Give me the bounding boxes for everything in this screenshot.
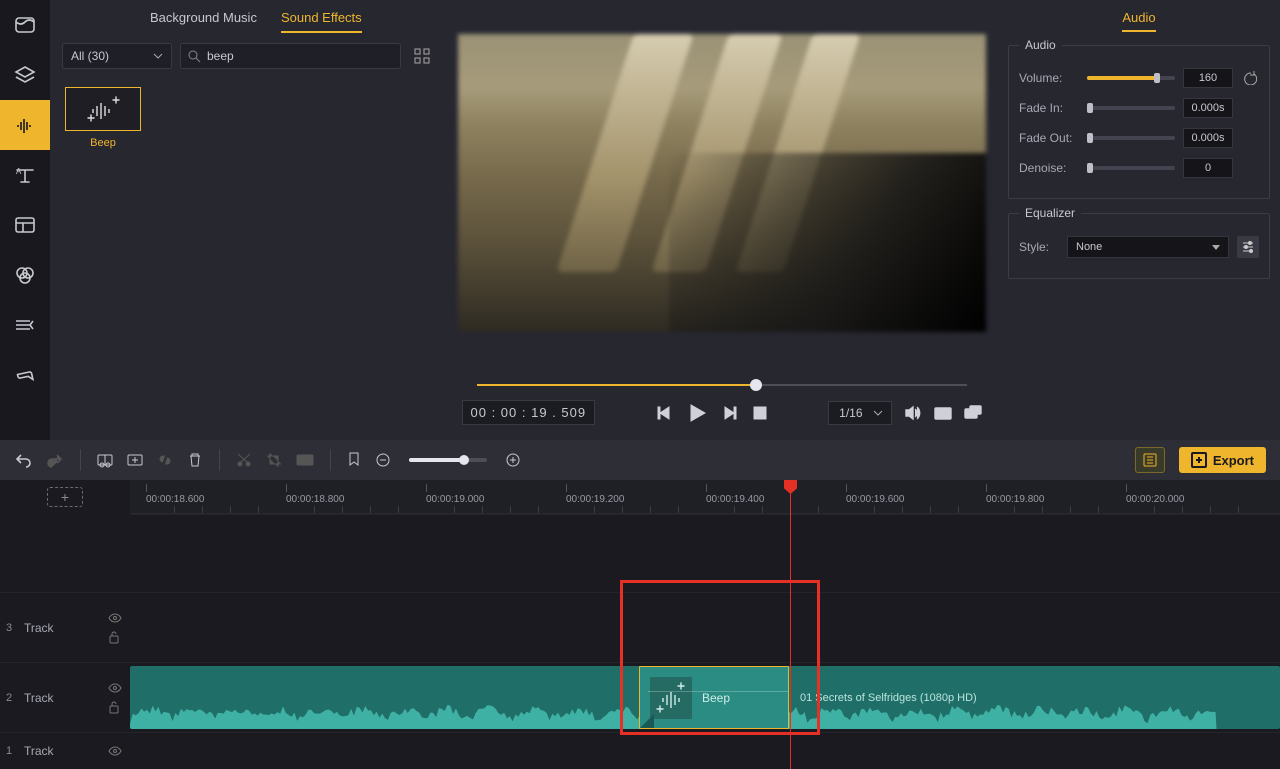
fade-out-slider[interactable]	[1087, 136, 1175, 140]
render-settings-button[interactable]	[1135, 447, 1165, 473]
preview-panel: 00 : 00 : 19 . 509 1/16	[445, 0, 998, 440]
library-filter-value: All (30)	[71, 49, 109, 63]
library-audio-tab[interactable]	[0, 100, 50, 150]
marker-tool-button[interactable]	[347, 452, 361, 468]
eq-style-dropdown[interactable]: None	[1067, 236, 1229, 258]
search-icon	[187, 49, 201, 63]
tab-background-music[interactable]: Background Music	[150, 10, 257, 33]
video-preview[interactable]	[458, 34, 986, 332]
library-item-beep[interactable]: Beep	[60, 87, 146, 149]
tab-sound-effects[interactable]: Sound Effects	[281, 10, 362, 33]
eq-settings-button[interactable]	[1237, 236, 1259, 258]
library-media-tab[interactable]	[0, 0, 50, 50]
timeline-ruler[interactable]: 00:00:18.60000:00:18.80000:00:19.00000:0…	[130, 480, 1280, 514]
library-view-toggle[interactable]	[409, 43, 435, 69]
track-header-3[interactable]: 3 Track	[0, 592, 130, 662]
track-header-2[interactable]: 2 Track	[0, 662, 130, 732]
crop-button[interactable]	[266, 452, 282, 468]
volume-slider[interactable]	[1087, 76, 1175, 80]
chevron-down-icon	[153, 51, 163, 61]
timeline: + 3 Track 2 Track 1 Track 00:00	[0, 480, 1280, 769]
snapshot-button[interactable]	[934, 405, 952, 421]
fade-in-value[interactable]: 0.000s	[1183, 98, 1233, 118]
library-item-label: Beep	[60, 137, 146, 149]
clip-thumb	[650, 677, 692, 719]
properties-tab-audio[interactable]: Audio	[1008, 0, 1270, 31]
library-transitions-tab[interactable]	[0, 300, 50, 350]
preview-zoom-dropdown[interactable]: 1/16	[828, 401, 891, 425]
stop-button[interactable]	[752, 405, 768, 421]
library-effects-tab[interactable]	[0, 250, 50, 300]
play-button[interactable]	[686, 402, 708, 424]
playhead[interactable]	[790, 480, 791, 769]
fade-in-label: Fade In:	[1019, 101, 1079, 115]
fade-out-value[interactable]: 0.000s	[1183, 128, 1233, 148]
visibility-icon[interactable]	[108, 612, 122, 624]
playback-progress[interactable]	[477, 382, 967, 388]
track-lane-3[interactable]	[130, 592, 1280, 662]
zoom-out-button[interactable]	[375, 452, 391, 468]
audio-group: Audio Volume: 160 Fade In: 0.000s Fade O…	[1008, 45, 1270, 199]
volume-value[interactable]: 160	[1183, 68, 1233, 88]
denoise-label: Denoise:	[1019, 161, 1079, 175]
track-lane-2[interactable]: 01 Secrets of Selfridges (1080p HD) Beep	[130, 662, 1280, 732]
track-gutter: + 3 Track 2 Track 1 Track	[0, 480, 130, 769]
library-text-tab[interactable]: A	[0, 150, 50, 200]
link-button[interactable]	[157, 452, 173, 468]
audio-clip-label: 01 Secrets of Selfridges (1080p HD)	[800, 692, 1280, 704]
waveform-plus-icon	[83, 94, 123, 124]
add-marker-button[interactable]	[127, 452, 143, 468]
audio-clip-beep[interactable]: Beep	[639, 666, 789, 729]
library-layers-tab[interactable]	[0, 50, 50, 100]
preview-zoom-value: 1/16	[839, 406, 862, 420]
library-filter-dropdown[interactable]: All (30)	[62, 43, 172, 69]
mute-button[interactable]	[904, 405, 922, 421]
eq-style-label: Style:	[1019, 240, 1059, 254]
split-button[interactable]	[97, 452, 113, 468]
lock-icon[interactable]	[108, 630, 120, 644]
timeline-canvas[interactable]: 00:00:18.60000:00:18.80000:00:19.00000:0…	[130, 480, 1280, 769]
volume-label: Volume:	[1019, 71, 1079, 85]
waveform-plus-icon	[654, 681, 688, 715]
speed-button[interactable]	[296, 452, 314, 468]
library-item-thumb	[65, 87, 141, 131]
add-track-button[interactable]: +	[47, 487, 83, 507]
fade-out-label: Fade Out:	[1019, 131, 1079, 145]
chevron-down-icon	[873, 408, 883, 418]
timeline-toolbar: Export	[0, 440, 1280, 480]
volume-reset-button[interactable]	[1241, 71, 1259, 85]
clip-label: Beep	[702, 691, 730, 705]
next-frame-button[interactable]	[722, 405, 738, 421]
zoom-in-button[interactable]	[505, 452, 521, 468]
cut-button[interactable]	[236, 452, 252, 468]
undo-button[interactable]	[14, 452, 32, 468]
track-header-1[interactable]: 1 Track	[0, 732, 130, 769]
visibility-icon[interactable]	[108, 745, 122, 757]
redo-button[interactable]	[46, 452, 64, 468]
properties-panel: Audio Audio Volume: 160 Fade In: 0.000s …	[998, 0, 1280, 440]
library-panel: Background Music Sound Effects All (30)	[50, 0, 445, 440]
track-lane-1[interactable]	[130, 732, 1280, 769]
svg-text:A: A	[16, 167, 22, 176]
category-toolbar: A	[0, 0, 50, 440]
fade-in-slider[interactable]	[1087, 106, 1175, 110]
denoise-slider[interactable]	[1087, 166, 1175, 170]
prev-frame-button[interactable]	[656, 405, 672, 421]
denoise-value[interactable]: 0	[1183, 158, 1233, 178]
lock-icon[interactable]	[108, 700, 120, 714]
detach-button[interactable]	[964, 405, 982, 421]
library-search[interactable]	[180, 43, 401, 69]
playback-time: 00 : 00 : 19 . 509	[462, 400, 596, 425]
timeline-zoom-slider[interactable]	[409, 458, 487, 462]
equalizer-group: Equalizer Style: None	[1008, 213, 1270, 279]
library-search-input[interactable]	[207, 49, 394, 63]
library-templates-tab[interactable]	[0, 200, 50, 250]
export-button[interactable]: Export	[1179, 447, 1266, 473]
library-stickers-tab[interactable]	[0, 350, 50, 400]
delete-button[interactable]	[187, 452, 203, 468]
visibility-icon[interactable]	[108, 682, 122, 694]
